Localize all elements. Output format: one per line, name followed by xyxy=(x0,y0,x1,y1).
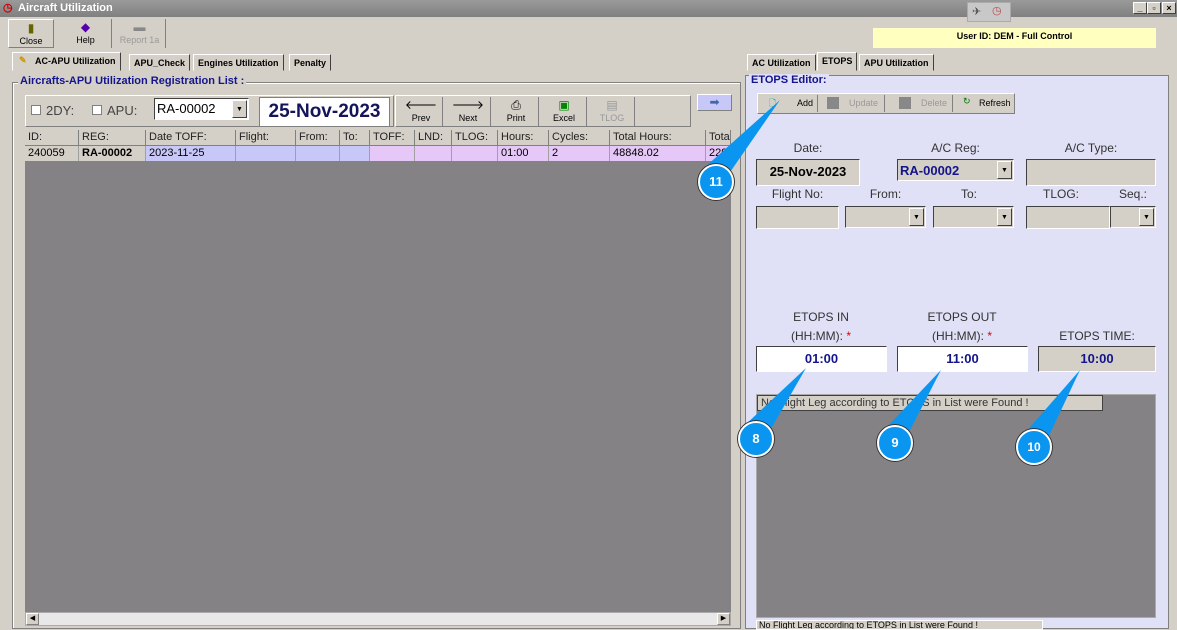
callout-8: 8 xyxy=(738,421,774,457)
callout-10: 10 xyxy=(1016,429,1052,465)
callout-11: 11 xyxy=(698,164,734,200)
callout-pointers xyxy=(704,100,1080,442)
callout-9: 9 xyxy=(877,425,913,461)
